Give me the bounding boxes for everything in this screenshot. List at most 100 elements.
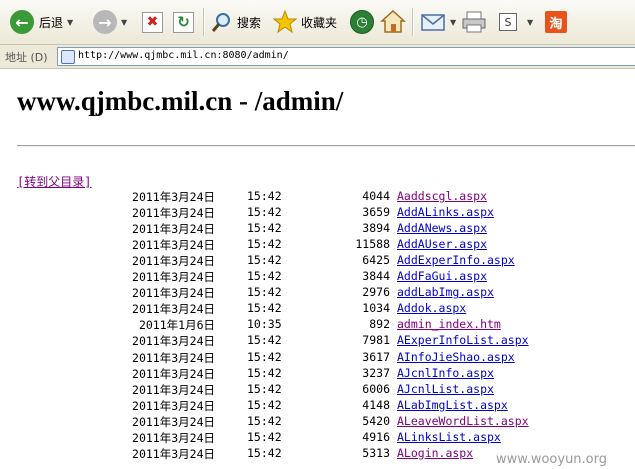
file-size: 3844 — [362, 269, 390, 284]
file-link[interactable]: Addok.aspx — [397, 301, 466, 315]
listing-row: 2011年1月6日 10:35 892 admin_index.htm — [0, 317, 635, 333]
favorites-label: 收藏夹 — [301, 15, 338, 30]
file-size: 2976 — [362, 285, 390, 300]
file-date: 2011年3月24日 — [132, 286, 215, 301]
file-time: 15:42 — [247, 237, 282, 252]
file-link[interactable]: AExperInfoList.aspx — [397, 333, 529, 347]
file-date: 2011年3月24日 — [132, 350, 215, 365]
browser-toolbar: ← 后退 ▼ → ▼ ✖ ↻ 搜索 收藏夹 ◷ ▼ S ▼ 淘 — [0, 0, 635, 45]
divider — [17, 145, 635, 147]
search-label: 搜索 — [237, 15, 262, 30]
listing-row: 2011年3月24日 15:42 3659 AddALinks.aspx — [0, 205, 635, 221]
forward-button[interactable]: → ▼ — [93, 7, 127, 37]
file-link[interactable]: AJcnlInfo.aspx — [397, 366, 494, 380]
home-button[interactable] — [380, 7, 406, 37]
listing-row: 2011年3月24日 15:42 1034 Addok.aspx — [0, 301, 635, 317]
toolbar-separator — [412, 8, 414, 36]
file-time: 15:42 — [247, 429, 282, 444]
forward-icon: → — [93, 10, 117, 34]
file-time: 15:42 — [247, 397, 282, 412]
file-time: 10:35 — [247, 317, 282, 332]
mail-button[interactable]: ▼ — [420, 7, 456, 37]
edit-dropdown-icon[interactable]: ▼ — [527, 18, 533, 27]
file-link[interactable]: ALinksList.aspx — [397, 430, 501, 444]
file-date: 2011年3月24日 — [132, 366, 215, 381]
file-date: 2011年3月24日 — [132, 302, 215, 317]
refresh-icon: ↻ — [173, 11, 194, 33]
file-time: 15:42 — [247, 365, 282, 380]
listing-row: 2011年3月24日 15:42 3237 AJcnlInfo.aspx — [0, 366, 635, 382]
back-dropdown-icon[interactable]: ▼ — [67, 18, 73, 27]
mail-icon — [421, 14, 445, 31]
favorites-star-icon — [273, 10, 297, 34]
file-link[interactable]: AJcnlList.aspx — [397, 382, 494, 396]
search-button[interactable]: 搜索 — [211, 7, 261, 37]
stop-button[interactable]: ✖ — [142, 7, 163, 37]
file-time: 15:42 — [247, 333, 282, 348]
file-link[interactable]: AddExperInfo.aspx — [397, 253, 515, 267]
favorites-button[interactable]: 收藏夹 — [273, 7, 337, 37]
search-icon — [211, 13, 230, 32]
file-link[interactable]: addLabImg.aspx — [397, 285, 494, 299]
listing-row: 2011年3月24日 15:42 5420 ALeaveWordList.aspx — [0, 414, 635, 430]
back-button[interactable]: ← 后退 ▼ — [10, 7, 73, 37]
file-date: 2011年3月24日 — [132, 430, 215, 445]
toolbar-separator — [203, 8, 205, 36]
file-link[interactable]: AddFaGui.aspx — [397, 269, 487, 283]
file-link[interactable]: AddANews.aspx — [397, 221, 487, 235]
stop-icon: ✖ — [142, 11, 163, 33]
file-date: 2011年3月24日 — [132, 270, 215, 285]
file-date: 2011年3月24日 — [132, 190, 215, 204]
page-icon — [61, 50, 75, 64]
file-size: 5420 — [362, 413, 390, 428]
back-icon: ← — [10, 10, 34, 34]
address-input[interactable]: http://www.qjmbc.mil.cn:8080/admin/ — [57, 47, 635, 66]
file-date: 2011年3月24日 — [132, 398, 215, 413]
file-link[interactable]: ALeaveWordList.aspx — [397, 414, 529, 428]
file-link[interactable]: ALabImgList.aspx — [397, 398, 508, 412]
edit-icon: S — [499, 13, 517, 31]
app-button[interactable]: 淘 — [545, 7, 567, 37]
file-date: 2011年1月6日 — [138, 318, 215, 333]
file-size: 5313 — [362, 445, 390, 460]
listing-row: 2011年3月24日 15:42 3894 AddANews.aspx — [0, 221, 635, 237]
app-icon: 淘 — [545, 11, 567, 33]
file-link[interactable]: AddAUser.aspx — [397, 237, 487, 251]
listing-row: 2011年3月24日 15:42 6006 AJcnlList.aspx — [0, 382, 635, 398]
forward-dropdown-icon[interactable]: ▼ — [121, 18, 127, 27]
file-time: 15:42 — [247, 221, 282, 236]
file-size: 1034 — [362, 301, 390, 316]
listing-row: 2011年3月24日 15:42 3844 AddFaGui.aspx — [0, 269, 635, 285]
file-size: 4148 — [362, 397, 390, 412]
file-date: 2011年3月24日 — [132, 238, 215, 253]
file-time: 15:42 — [247, 253, 282, 268]
file-link[interactable]: Aaddscgl.aspx — [397, 189, 487, 203]
print-button[interactable] — [461, 7, 487, 37]
refresh-button[interactable]: ↻ — [173, 7, 194, 37]
file-link[interactable]: admin_index.htm — [397, 317, 501, 331]
edit-button[interactable]: S ▼ — [499, 7, 533, 37]
listing-row: 2011年3月24日 15:42 2976 addLabImg.aspx — [0, 285, 635, 301]
listing-row: 2011年3月24日 15:42 7981 AExperInfoList.aspx — [0, 333, 635, 349]
file-size: 4044 — [362, 189, 390, 203]
file-size: 6006 — [362, 381, 390, 396]
history-button[interactable]: ◷ — [350, 7, 374, 37]
file-date: 2011年3月24日 — [132, 254, 215, 269]
file-size: 11588 — [355, 237, 390, 252]
file-size: 7981 — [362, 333, 390, 348]
mail-dropdown-icon[interactable]: ▼ — [450, 18, 456, 27]
address-url[interactable]: http://www.qjmbc.mil.cn:8080/admin/ — [78, 50, 289, 61]
file-link[interactable]: AInfoJieShao.aspx — [397, 350, 515, 364]
listing-row: 2011年3月24日 15:42 4044 Aaddscgl.aspx — [0, 189, 635, 205]
file-time: 15:42 — [247, 413, 282, 428]
file-link[interactable]: AddALinks.aspx — [397, 205, 494, 219]
back-label: 后退 — [39, 15, 64, 30]
address-bar: 地址 (D) http://www.qjmbc.mil.cn:8080/admi… — [0, 45, 635, 69]
listing-row: 2011年3月24日 15:42 6425 AddExperInfo.aspx — [0, 253, 635, 269]
parent-directory-link[interactable]: [转到父目录] — [17, 173, 91, 190]
file-link[interactable]: ALogin.aspx — [397, 446, 473, 460]
file-size: 4916 — [362, 429, 390, 444]
file-size: 3617 — [362, 349, 390, 364]
file-time: 15:42 — [247, 349, 282, 364]
history-icon: ◷ — [350, 10, 374, 34]
